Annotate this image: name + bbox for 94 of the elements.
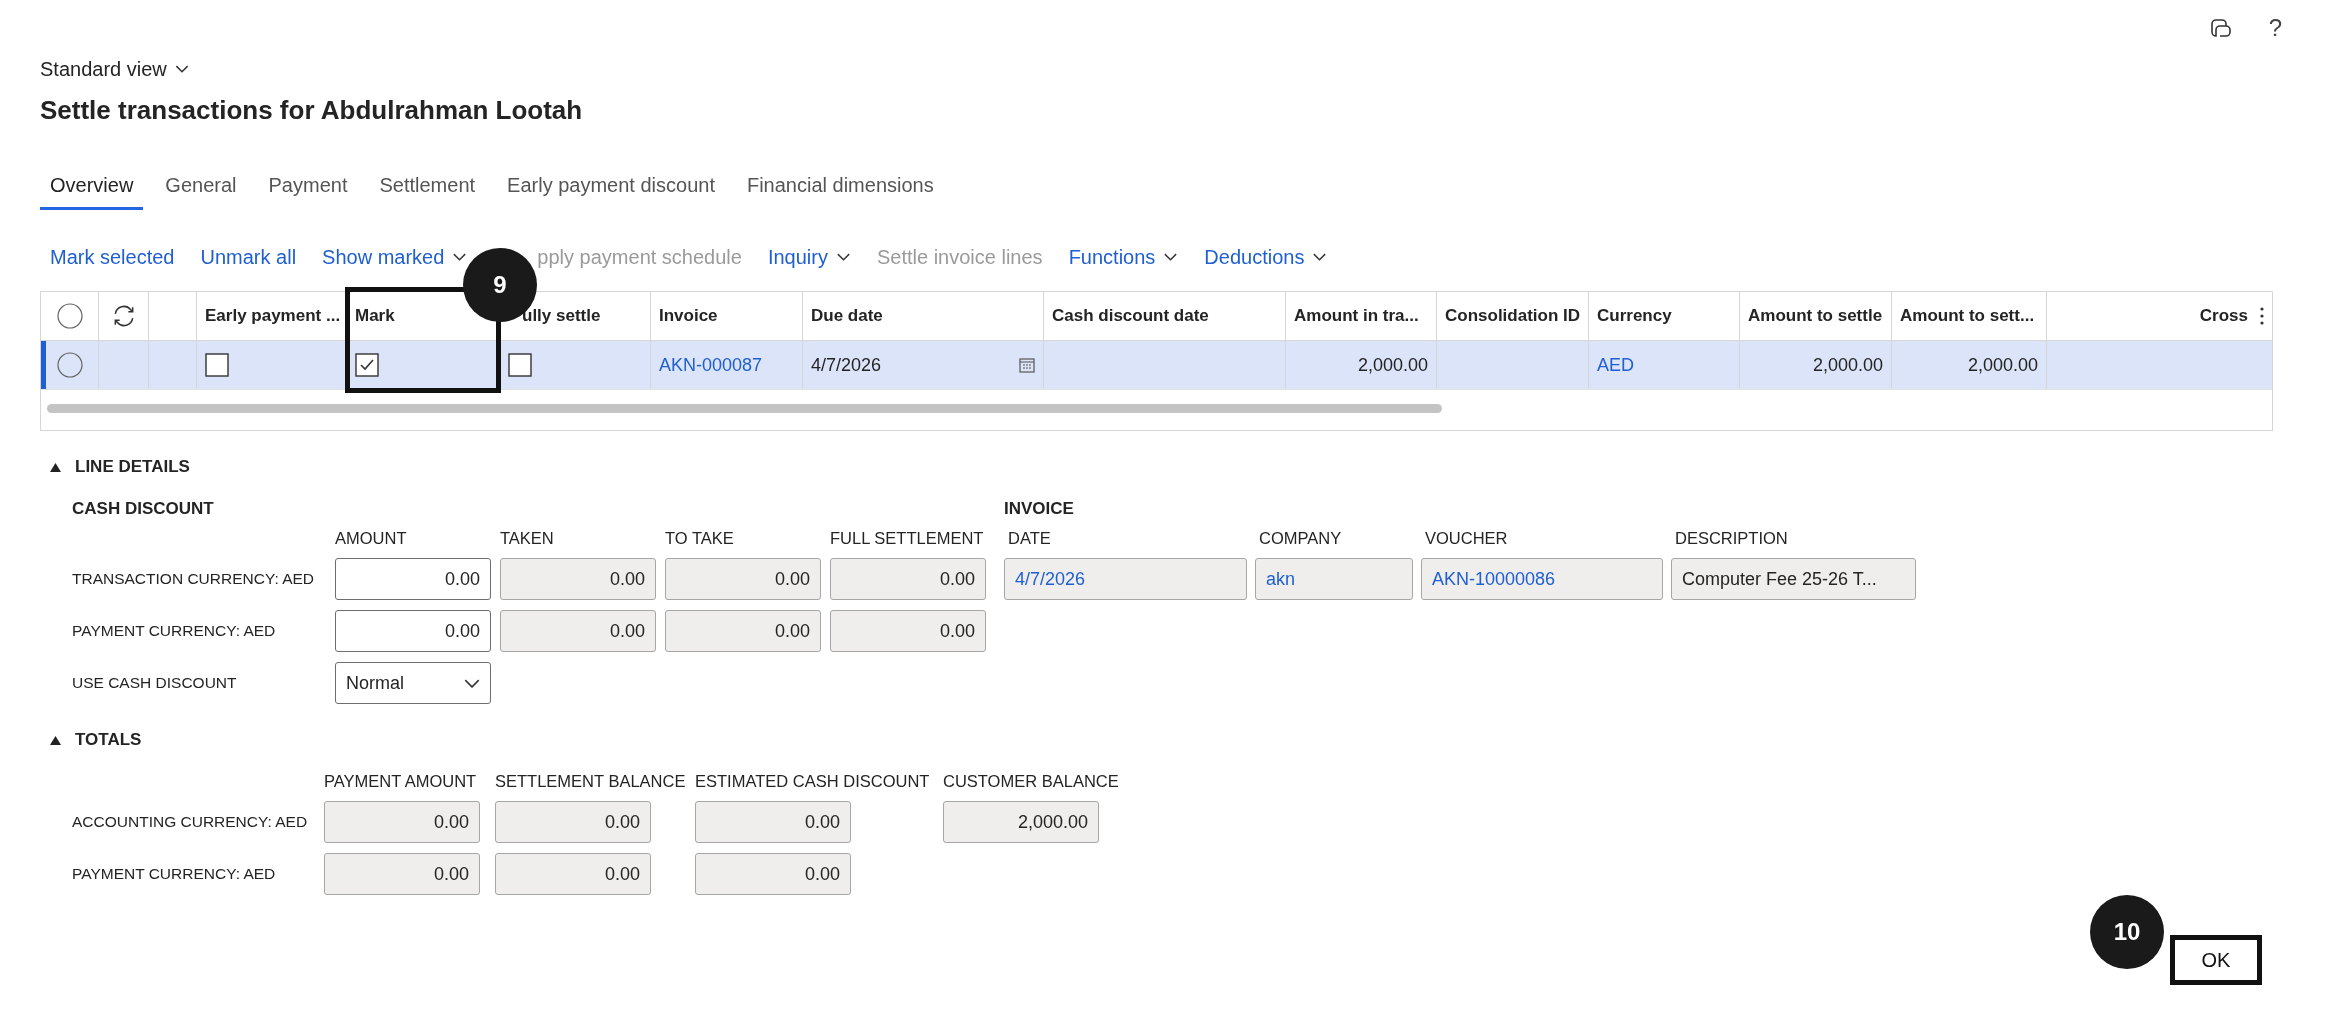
field-label: VOUCHER — [1424, 529, 1509, 548]
row-select-radio[interactable] — [56, 352, 83, 378]
field-label: TAKEN — [500, 529, 555, 548]
row-label: PAYMENT CURRENCY: AED — [71, 622, 277, 640]
chevron-down-icon[interactable] — [1312, 253, 1328, 262]
toolbar-button[interactable]: Show marked — [322, 246, 468, 269]
total-field[interactable]: 0.00 — [695, 853, 851, 895]
column-header[interactable]: Cross — [2199, 306, 2248, 326]
table-cell: 4/7/2026 — [811, 354, 882, 376]
amount-field[interactable]: 0.00 — [335, 558, 491, 600]
column-header[interactable]: Currency — [1597, 306, 1672, 326]
column-header[interactable]: Consolidation ID — [1445, 306, 1581, 326]
amount-field[interactable]: 0.00 — [335, 610, 491, 652]
field-label: PAYMENT AMOUNT — [324, 772, 478, 791]
total-field[interactable]: 0.00 — [695, 801, 851, 843]
group-title: INVOICE — [1004, 499, 1075, 519]
total-field[interactable]: 0.00 — [324, 801, 480, 843]
row-label: PAYMENT CURRENCY: AED — [71, 865, 277, 883]
column-header[interactable]: Early payment ... — [205, 306, 341, 326]
chevron-down-icon[interactable] — [452, 253, 468, 262]
field-label: AMOUNT — [335, 529, 408, 548]
chevron-down-icon[interactable] — [464, 678, 480, 688]
amount-field[interactable]: 0.00 — [830, 610, 986, 652]
page-title: Settle transactions for Abdulrahman Lootah — [40, 95, 584, 126]
chevron-down-icon[interactable] — [835, 253, 851, 262]
checkbox[interactable] — [508, 353, 532, 377]
scrollbar-thumb[interactable] — [47, 404, 1442, 413]
invoice-field[interactable]: AKN-10000086 — [1421, 558, 1663, 600]
table-cell: 2,000.00 — [1967, 354, 2038, 376]
field-label: ESTIMATED CASH DISCOUNT — [695, 772, 931, 791]
field-label: SETTLEMENT BALANCE — [495, 772, 687, 791]
chevron-down-icon[interactable] — [1163, 253, 1179, 262]
more-options-icon[interactable] — [2260, 307, 2264, 325]
field-label: COMPANY — [1258, 529, 1343, 548]
amount-field[interactable]: 0.00 — [830, 558, 986, 600]
grid-row[interactable]: AKN-000087 4/7/2026 2,000.00 AED 2,000.00 2,000.00 — [41, 341, 2272, 390]
column-header[interactable]: ully settle — [522, 306, 601, 326]
column-header[interactable]: Cash discount date — [1052, 306, 1209, 326]
tab[interactable]: Settlement — [369, 166, 486, 210]
total-field[interactable]: 0.00 — [495, 853, 651, 895]
toolbar-button[interactable]: Mark selected — [50, 246, 175, 269]
toolbar-button[interactable]: Unmark all — [200, 246, 297, 269]
invoice-field[interactable]: Computer Fee 25-26 T... — [1671, 558, 1916, 600]
column-header[interactable]: Amount in tra... — [1294, 306, 1419, 326]
column-header[interactable]: Amount to sett... — [1900, 306, 2035, 326]
toolbar-button[interactable]: Functions — [1068, 246, 1179, 269]
row-label: ACCOUNTING CURRENCY: AED — [71, 813, 309, 831]
row-label: TRANSACTION CURRENCY: AED — [71, 570, 315, 588]
help-button[interactable]: ? — [2268, 14, 2282, 42]
table-cell: 2,000.00 — [1812, 354, 1883, 376]
column-header[interactable]: Amount to settle — [1748, 306, 1883, 326]
step-callout: 10 — [2090, 895, 2164, 969]
chevron-down-icon[interactable] — [174, 65, 189, 74]
table-cell[interactable]: AED — [1597, 354, 1634, 376]
table-cell[interactable]: AKN-000087 — [659, 354, 763, 376]
tab[interactable]: Payment — [258, 166, 358, 210]
field-label: CUSTOMER BALANCE — [943, 772, 1120, 791]
field-label: TO TAKE — [665, 529, 735, 548]
table-cell: 2,000.00 — [1357, 354, 1428, 376]
section-title[interactable]: TOTALS — [75, 730, 142, 750]
amount-field[interactable]: 0.00 — [500, 610, 656, 652]
total-field[interactable]: 2,000.00 — [943, 801, 1099, 843]
select-all-radio[interactable] — [56, 303, 83, 329]
toolbar-button[interactable]: Deductions — [1204, 246, 1328, 269]
group-title: CASH DISCOUNT — [72, 499, 215, 519]
total-field[interactable]: 0.00 — [495, 801, 651, 843]
column-header[interactable]: Due date — [811, 306, 883, 326]
view-selector[interactable]: Standard view — [40, 58, 189, 81]
toolbar-button[interactable]: Inquiry — [767, 246, 851, 269]
dropdown-field[interactable]: Normal — [335, 662, 491, 704]
collapse-icon[interactable] — [50, 734, 61, 746]
tab[interactable]: Overview — [40, 166, 144, 210]
tab[interactable]: Financial dimensions — [736, 166, 944, 210]
field-label: FULL SETTLEMENT — [830, 529, 985, 548]
checkbox[interactable] — [205, 353, 229, 377]
column-header[interactable]: Mark — [355, 306, 395, 326]
tab[interactable]: General — [155, 166, 247, 210]
section-title[interactable]: LINE DETAILS — [75, 457, 190, 477]
field-label: DESCRIPTION — [1674, 529, 1789, 548]
amount-field[interactable]: 0.00 — [665, 558, 821, 600]
checkbox[interactable] — [355, 353, 379, 377]
column-header[interactable]: Invoice — [659, 306, 718, 326]
field-label: DATE — [1007, 529, 1052, 548]
app-logo-icon[interactable] — [2208, 16, 2233, 40]
total-field[interactable]: 0.00 — [324, 853, 480, 895]
amount-field[interactable]: 0.00 — [665, 610, 821, 652]
calendar-icon[interactable] — [1019, 357, 1035, 373]
invoice-field[interactable]: 4/7/2026 — [1004, 558, 1247, 600]
row-label: USE CASH DISCOUNT — [71, 674, 238, 692]
tab[interactable]: Early payment discount — [497, 166, 725, 210]
amount-field[interactable]: 0.00 — [500, 558, 656, 600]
invoice-field[interactable]: akn — [1255, 558, 1413, 600]
collapse-icon[interactable] — [50, 461, 61, 473]
ok-button[interactable]: OK — [2170, 935, 2262, 985]
